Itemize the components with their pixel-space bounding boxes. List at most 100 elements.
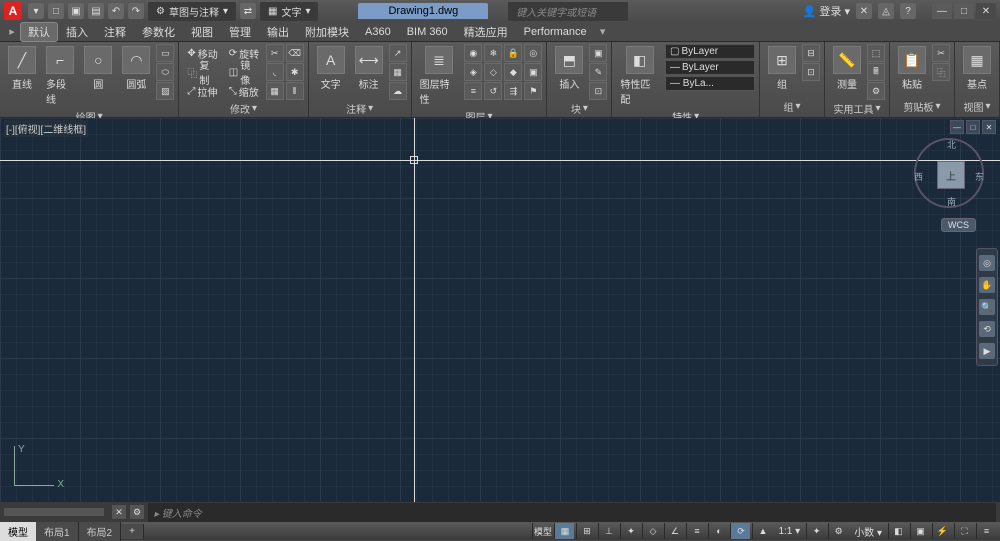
viewcube[interactable]: 北 南 东 西 上	[914, 138, 984, 208]
tab-overflow-icon[interactable]: ▾	[595, 25, 611, 38]
help-icon[interactable]: ?	[900, 3, 916, 19]
vp-minimize-icon[interactable]: —	[950, 120, 964, 134]
layer-state-icon[interactable]: ⚑	[524, 82, 542, 100]
undo-icon[interactable]: ↶	[108, 3, 124, 19]
command-input[interactable]: ▸ 键入命令	[148, 503, 996, 522]
showmotion-icon[interactable]: ▶	[979, 343, 995, 359]
panel-label[interactable]: 剪贴板 ▾	[894, 98, 950, 115]
annovisibility-icon[interactable]: ✦	[806, 523, 826, 539]
linetype-dropdown[interactable]: — ByLa...	[665, 76, 755, 91]
layer-more2-icon[interactable]: ◇	[484, 63, 502, 81]
pan-icon[interactable]: ✋	[979, 277, 995, 293]
layer-freeze-icon[interactable]: ❄	[484, 44, 502, 62]
tab-manage[interactable]: 管理	[221, 22, 259, 42]
offset-icon[interactable]: ⫴	[286, 82, 304, 100]
leader-icon[interactable]: ↗	[389, 44, 407, 62]
workspace-dropdown[interactable]: ⚙ 草图与注释 ▾	[148, 2, 236, 21]
color-dropdown[interactable]: ▢ ByLayer	[665, 44, 755, 59]
textstyle-dropdown[interactable]: ▦ 文字 ▾	[260, 2, 318, 21]
model-tab[interactable]: 模型	[0, 522, 36, 541]
app-logo[interactable]: A	[4, 2, 22, 20]
base-button[interactable]: ▦基点	[959, 44, 995, 93]
panel-label[interactable]: 注释 ▾	[313, 100, 407, 117]
viewcube-face[interactable]: 上	[937, 161, 965, 189]
dimension-button[interactable]: ⟷标注	[351, 44, 387, 93]
vp-maximize-icon[interactable]: □	[966, 120, 980, 134]
copy-button[interactable]: ⿻ 复制	[183, 63, 222, 81]
cut-icon[interactable]: ✂	[932, 44, 950, 62]
signin-link[interactable]: 👤 登录 ▾	[803, 3, 850, 19]
stretch-button[interactable]: ⤢ 拉伸	[183, 82, 222, 100]
cmd-options-icon[interactable]: ⚙	[130, 505, 144, 519]
layer-match-icon[interactable]: ≡	[464, 82, 482, 100]
layout2-tab[interactable]: 布局2	[79, 522, 122, 541]
select-icon[interactable]: ⬚	[867, 44, 885, 62]
panel-label[interactable]: 组 ▾	[764, 98, 820, 115]
lineweight-toggle-icon[interactable]: ≡	[686, 523, 706, 539]
vp-close-icon[interactable]: ✕	[982, 120, 996, 134]
open-icon[interactable]: ▣	[68, 3, 84, 19]
layout1-tab[interactable]: 布局1	[36, 522, 79, 541]
cycling-icon[interactable]: ⟳	[730, 523, 750, 539]
tab-a360[interactable]: A360	[357, 24, 399, 40]
edit-block-icon[interactable]: ✎	[589, 63, 607, 81]
trim-icon[interactable]: ✂	[266, 44, 284, 62]
panel-label[interactable]: 修改 ▾	[183, 100, 303, 117]
tab-parametric[interactable]: 参数化	[134, 22, 183, 42]
layerprop-button[interactable]: ≣图层特性	[416, 44, 463, 108]
cmd-handle[interactable]	[4, 508, 104, 516]
minimize-icon[interactable]: —	[932, 3, 952, 19]
share-icon[interactable]: ⇄	[240, 3, 256, 19]
layer-more4-icon[interactable]: ▣	[524, 63, 542, 81]
workspace-icon[interactable]: ⚙	[828, 523, 848, 539]
app-menu-icon[interactable]: ▸	[4, 25, 20, 38]
lineweight-dropdown[interactable]: — ByLayer	[665, 60, 755, 75]
group-edit-icon[interactable]: ⊡	[802, 63, 820, 81]
hatch-icon[interactable]: ▨	[156, 82, 174, 100]
otrack-toggle-icon[interactable]: ∠	[664, 523, 684, 539]
new-icon[interactable]: □	[48, 3, 64, 19]
exchange-icon[interactable]: ✕	[856, 3, 872, 19]
quickprops-icon[interactable]: ◧	[888, 523, 908, 539]
table-icon[interactable]: ▦	[389, 63, 407, 81]
save-icon[interactable]: ▤	[88, 3, 104, 19]
arc-button[interactable]: ◠圆弧	[118, 44, 154, 93]
add-layout-icon[interactable]: +	[121, 524, 144, 539]
search-input[interactable]: 键入关键字或短语	[508, 2, 628, 21]
polyline-button[interactable]: ⌐多段线	[42, 44, 78, 108]
line-button[interactable]: ╱直线	[4, 44, 40, 93]
annoscale-icon[interactable]: ▲	[752, 523, 772, 539]
maximize-icon[interactable]: □	[954, 3, 974, 19]
zoom-icon[interactable]: 🔍	[979, 299, 995, 315]
polar-toggle-icon[interactable]: ✦	[620, 523, 640, 539]
circle-button[interactable]: ○圆	[80, 44, 116, 93]
fullnav-icon[interactable]: ◎	[979, 255, 995, 271]
cloud-icon[interactable]: ☁	[389, 82, 407, 100]
tab-default[interactable]: 默认	[20, 22, 58, 42]
viewport-label[interactable]: [-][俯视][二维线框]	[4, 120, 88, 137]
layer-walk-icon[interactable]: ⇶	[504, 82, 522, 100]
scale-button[interactable]: ⤡ 缩放	[225, 82, 264, 100]
array-icon[interactable]: ▦	[266, 82, 284, 100]
transparency-toggle-icon[interactable]: ◐	[708, 523, 728, 539]
panel-label[interactable]: 视图 ▾	[959, 98, 995, 115]
ortho-toggle-icon[interactable]: ⊥	[598, 523, 618, 539]
tab-output[interactable]: 输出	[259, 22, 297, 42]
layer-off-icon[interactable]: ◉	[464, 44, 482, 62]
copy-clip-icon[interactable]: ⿻	[932, 63, 950, 81]
cleanscreen-icon[interactable]: ⛶	[954, 523, 974, 539]
measure-button[interactable]: 📏测量	[829, 44, 865, 93]
tab-bim360[interactable]: BIM 360	[399, 24, 456, 40]
fillet-icon[interactable]: ◟	[266, 63, 284, 81]
tab-performance[interactable]: Performance	[516, 24, 595, 40]
attr-icon[interactable]: ⊡	[589, 82, 607, 100]
insert-button[interactable]: ⬒插入	[551, 44, 587, 93]
customize-icon[interactable]: ≡	[976, 523, 996, 539]
tab-addins[interactable]: 附加模块	[297, 22, 357, 42]
model-button[interactable]: 模型	[532, 523, 552, 539]
paste-button[interactable]: 📋粘贴	[894, 44, 930, 93]
tab-featured[interactable]: 精选应用	[456, 22, 516, 42]
qat-menu-icon[interactable]: ▾	[28, 3, 44, 19]
redo-icon[interactable]: ↷	[128, 3, 144, 19]
tab-insert[interactable]: 插入	[58, 22, 96, 42]
